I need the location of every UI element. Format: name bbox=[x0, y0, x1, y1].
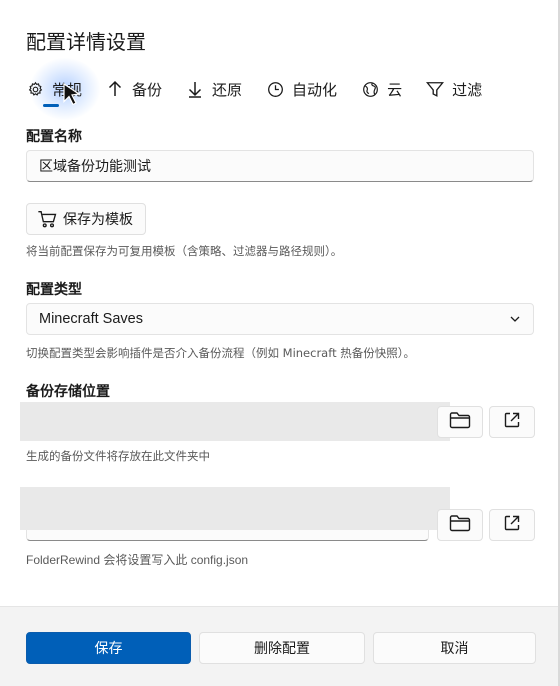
arrow-up-icon bbox=[106, 80, 124, 98]
active-tab-indicator bbox=[43, 104, 59, 107]
tab-filter[interactable]: 过滤 bbox=[426, 72, 482, 106]
dialog-title: 配置详情设置 bbox=[26, 30, 146, 54]
shopping-cart-icon bbox=[37, 209, 57, 229]
browse-config-folder-button[interactable] bbox=[437, 509, 483, 541]
open-external-icon bbox=[503, 514, 521, 536]
config-name-label: 配置名称 bbox=[26, 129, 82, 145]
tab-restore-label: 还原 bbox=[212, 80, 243, 99]
browse-backup-folder-button[interactable] bbox=[437, 406, 483, 438]
config-name-value: 区域备份功能测试 bbox=[39, 159, 151, 175]
chevron-down-icon bbox=[509, 311, 521, 327]
save-as-template-button[interactable]: 保存为模板 bbox=[26, 203, 146, 235]
clock-icon bbox=[266, 80, 284, 98]
open-backup-folder-button[interactable] bbox=[489, 406, 535, 438]
cloud-globe-icon bbox=[361, 80, 379, 98]
config-type-select[interactable]: Minecraft Saves bbox=[26, 303, 534, 335]
tab-cloud[interactable]: 云 bbox=[361, 72, 402, 106]
tab-automation-label: 自动化 bbox=[292, 80, 338, 99]
config-name-input[interactable]: 区域备份功能测试 bbox=[26, 150, 534, 182]
folder-icon bbox=[449, 514, 471, 536]
redacted-region bbox=[20, 402, 450, 441]
tab-restore[interactable]: 还原 bbox=[186, 72, 242, 106]
delete-config-button[interactable]: 删除配置 bbox=[199, 632, 365, 664]
template-hint: 将当前配置保存为可复用模板（含策略、过滤器与路径规则）。 bbox=[26, 244, 343, 258]
config-type-label: 配置类型 bbox=[26, 282, 82, 298]
save-as-template-label: 保存为模板 bbox=[63, 212, 133, 228]
tab-automation[interactable]: 自动化 bbox=[266, 72, 337, 106]
config-details-dialog: 配置详情设置 常规 备份 还原 自动化 云 过滤 配置名称 区域备份功能测试 保… bbox=[0, 0, 560, 686]
tab-general-label: 常规 bbox=[52, 80, 83, 99]
config-location-hint: FolderRewind 会将设置写入此 config.json bbox=[26, 553, 249, 567]
config-type-hint: 切换配置类型会影响插件是否介入备份流程（例如 Minecraft 热备份快照）。 bbox=[26, 346, 415, 360]
backup-location-label: 备份存储位置 bbox=[26, 384, 110, 400]
arrow-down-icon bbox=[186, 80, 204, 98]
save-button[interactable]: 保存 bbox=[26, 632, 191, 664]
cancel-button[interactable]: 取消 bbox=[373, 632, 536, 664]
redacted-region bbox=[20, 487, 450, 530]
config-type-value: Minecraft Saves bbox=[39, 311, 143, 327]
tab-bar: 常规 备份 还原 自动化 云 过滤 bbox=[26, 72, 506, 106]
tab-filter-label: 过滤 bbox=[452, 80, 483, 99]
folder-icon bbox=[449, 411, 471, 433]
tab-backup[interactable]: 备份 bbox=[106, 72, 162, 106]
open-external-icon bbox=[503, 411, 521, 433]
tab-cloud-label: 云 bbox=[387, 80, 403, 99]
open-config-folder-button[interactable] bbox=[489, 509, 535, 541]
backup-location-hint: 生成的备份文件将存放在此文件夹中 bbox=[26, 449, 210, 463]
tab-general[interactable]: 常规 bbox=[26, 72, 82, 106]
tab-backup-label: 备份 bbox=[132, 80, 163, 99]
filter-icon bbox=[426, 80, 445, 98]
gear-icon bbox=[26, 80, 44, 98]
